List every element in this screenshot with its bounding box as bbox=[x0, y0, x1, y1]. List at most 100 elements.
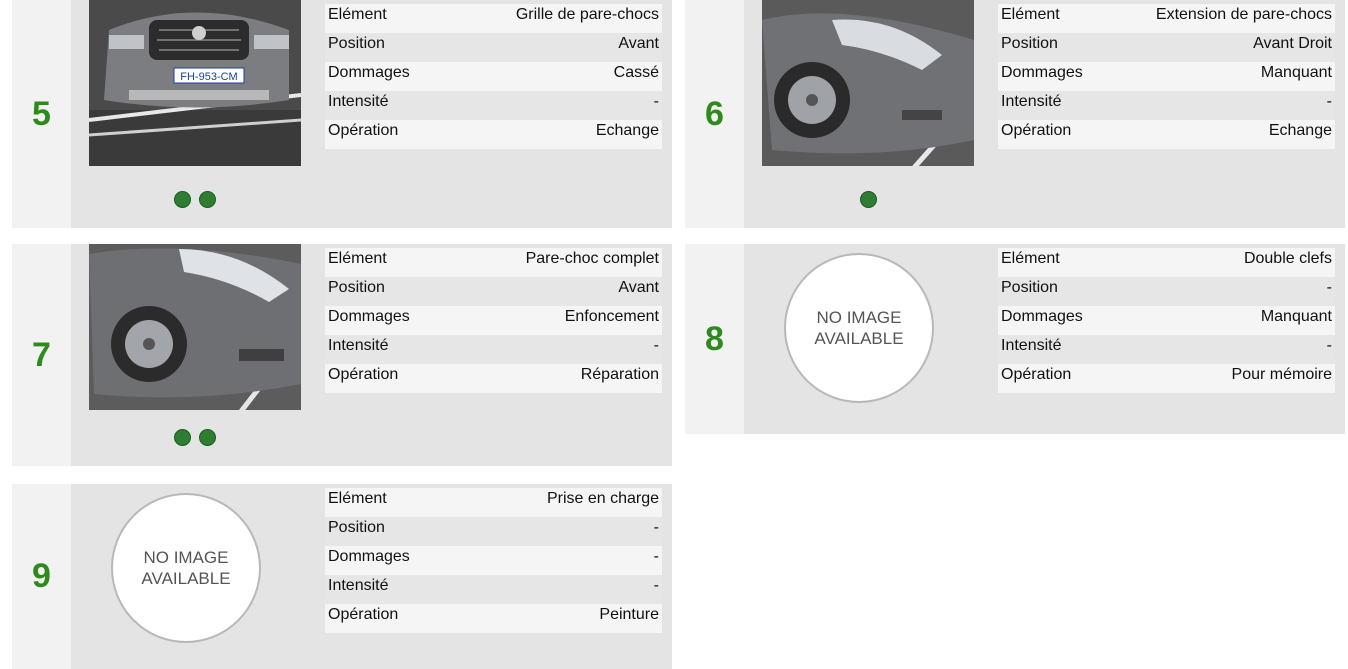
label-dommages: Dommages bbox=[328, 548, 410, 565]
label-intensite: Intensité bbox=[328, 337, 389, 354]
row-dommages: Dommages Enfoncement bbox=[325, 306, 662, 335]
photo-dot[interactable] bbox=[174, 191, 191, 208]
value-element: Double clefs bbox=[1243, 250, 1332, 267]
photo-dot[interactable] bbox=[859, 191, 877, 208]
label-position: Position bbox=[328, 519, 385, 536]
item-number: 7 bbox=[32, 335, 51, 374]
item-number-cell: 6 bbox=[685, 0, 744, 228]
item-number-cell: 7 bbox=[12, 244, 71, 466]
label-operation: Opération bbox=[1001, 122, 1072, 139]
label-operation: Opération bbox=[1001, 366, 1072, 383]
label-dommages: Dommages bbox=[328, 64, 410, 81]
item-number: 6 bbox=[705, 94, 724, 133]
item-number-cell: 5 bbox=[12, 0, 71, 228]
label-intensite: Intensité bbox=[1001, 337, 1062, 354]
row-operation: Opération Réparation bbox=[325, 364, 662, 393]
row-element: Elément Grille de pare-chocs bbox=[325, 4, 662, 33]
value-position: - bbox=[1326, 279, 1332, 296]
item-number-cell: 9 bbox=[12, 484, 71, 669]
value-element: Pare-choc complet bbox=[525, 250, 659, 267]
value-operation: Pour mémoire bbox=[1231, 366, 1332, 383]
photo-pager bbox=[89, 429, 301, 446]
value-element: Grille de pare-chocs bbox=[515, 6, 659, 23]
value-position: Avant Droit bbox=[1253, 35, 1332, 52]
damage-card-7: 7 Elément Pare-choc complet Position Avant… bbox=[12, 244, 672, 466]
item-number-cell: 8 bbox=[685, 244, 744, 434]
row-dommages: Dommages Cassé bbox=[325, 62, 662, 91]
row-element: Elément Extension de pare-chocs bbox=[998, 4, 1335, 33]
row-dommages: Dommages - bbox=[325, 546, 662, 575]
value-position: Avant bbox=[618, 35, 659, 52]
label-element: Elément bbox=[1001, 250, 1060, 267]
damage-card-8: 8 NO IMAGE AVAILABLE Elément Double clefs… bbox=[685, 244, 1345, 434]
damage-card-5: 5 FH-953-CM Elément Grille de pare-chocs… bbox=[12, 0, 672, 228]
photo-pager bbox=[762, 191, 974, 208]
damage-photo[interactable] bbox=[89, 244, 301, 410]
value-element: Prise en charge bbox=[546, 490, 659, 507]
label-element: Elément bbox=[328, 250, 387, 267]
row-intensite: Intensité - bbox=[325, 91, 662, 120]
value-operation: Réparation bbox=[580, 366, 659, 383]
value-dommages: Manquant bbox=[1260, 64, 1332, 81]
photo-dot[interactable] bbox=[199, 429, 216, 446]
value-position: - bbox=[653, 519, 659, 536]
row-position: Position Avant Droit bbox=[998, 33, 1335, 62]
photo-dot[interactable] bbox=[174, 429, 191, 446]
row-element: Elément Prise en charge bbox=[325, 488, 662, 517]
value-dommages: - bbox=[653, 548, 659, 565]
row-dommages: Dommages Manquant bbox=[998, 306, 1335, 335]
label-intensite: Intensité bbox=[328, 93, 389, 110]
damage-photo[interactable] bbox=[762, 0, 974, 166]
item-number: 8 bbox=[705, 319, 724, 358]
row-intensite: Intensité - bbox=[325, 335, 662, 364]
row-position: Position - bbox=[325, 517, 662, 546]
svg-text:FH-953-CM: FH-953-CM bbox=[180, 71, 237, 83]
row-intensite: Intensité - bbox=[998, 91, 1335, 120]
value-position: Avant bbox=[618, 279, 659, 296]
label-position: Position bbox=[328, 35, 385, 52]
value-intensite: - bbox=[1326, 337, 1332, 354]
row-operation: Opération Echange bbox=[325, 120, 662, 149]
label-position: Position bbox=[328, 279, 385, 296]
label-position: Position bbox=[1001, 35, 1058, 52]
label-intensite: Intensité bbox=[1001, 93, 1062, 110]
label-element: Elément bbox=[1001, 6, 1060, 23]
label-dommages: Dommages bbox=[328, 308, 410, 325]
value-intensite: - bbox=[653, 577, 659, 594]
label-intensite: Intensité bbox=[328, 577, 389, 594]
value-intensite: - bbox=[653, 337, 659, 354]
no-image-placeholder: NO IMAGE AVAILABLE bbox=[784, 253, 934, 403]
item-number: 9 bbox=[32, 557, 51, 595]
value-element: Extension de pare-chocs bbox=[1155, 6, 1332, 23]
value-operation: Peinture bbox=[599, 606, 659, 623]
value-dommages: Manquant bbox=[1260, 308, 1332, 325]
value-intensite: - bbox=[653, 93, 659, 110]
damage-details-table: Elément Double clefs Position - Dommages Ma… bbox=[998, 248, 1335, 393]
row-intensite: Intensité - bbox=[325, 575, 662, 604]
label-position: Position bbox=[1001, 279, 1058, 296]
row-dommages: Dommages Manquant bbox=[998, 62, 1335, 91]
row-position: Position Avant bbox=[325, 33, 662, 62]
damage-details-table: Elément Prise en charge Position - Dommage… bbox=[325, 488, 662, 633]
row-operation: Opération Pour mémoire bbox=[998, 364, 1335, 393]
value-intensite: - bbox=[1326, 93, 1332, 110]
value-operation: Echange bbox=[595, 122, 659, 139]
label-element: Elément bbox=[328, 490, 387, 507]
damage-photo[interactable]: FH-953-CM bbox=[89, 0, 301, 166]
label-operation: Opération bbox=[328, 606, 399, 623]
row-operation: Opération Echange bbox=[998, 120, 1335, 149]
no-image-text: NO IMAGE AVAILABLE bbox=[141, 548, 231, 588]
row-intensite: Intensité - bbox=[998, 335, 1335, 364]
damage-details-table: Elément Grille de pare-chocs Position Avan… bbox=[325, 4, 662, 149]
row-operation: Opération Peinture bbox=[325, 604, 662, 633]
no-image-text: NO IMAGE AVAILABLE bbox=[814, 308, 904, 348]
value-dommages: Cassé bbox=[613, 64, 659, 81]
value-dommages: Enfoncement bbox=[564, 308, 659, 325]
label-operation: Opération bbox=[328, 122, 399, 139]
photo-dot[interactable] bbox=[199, 191, 216, 208]
row-element: Elément Double clefs bbox=[998, 248, 1335, 277]
row-element: Elément Pare-choc complet bbox=[325, 248, 662, 277]
value-operation: Echange bbox=[1268, 122, 1332, 139]
label-operation: Opération bbox=[328, 366, 399, 383]
label-dommages: Dommages bbox=[1001, 308, 1083, 325]
